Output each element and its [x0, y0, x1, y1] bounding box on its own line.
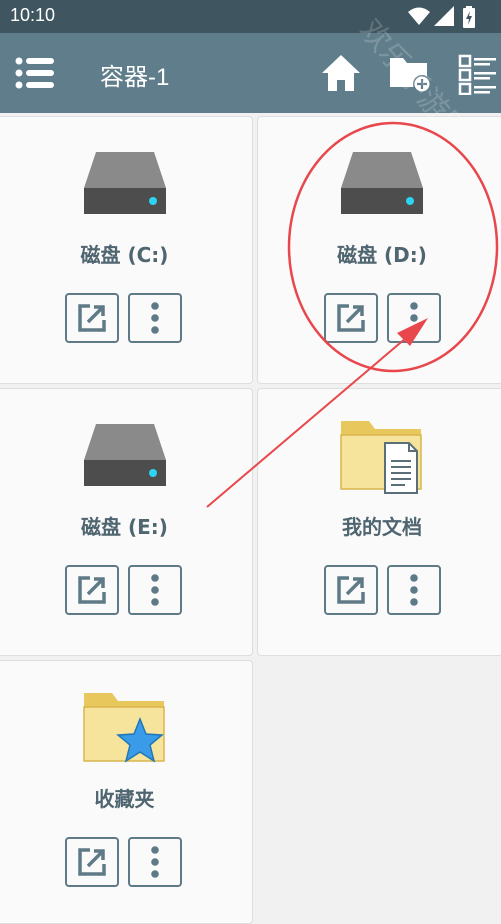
- status-time: 10:10: [10, 5, 56, 25]
- menu-icon[interactable]: [15, 55, 55, 91]
- more-vert-icon: [410, 574, 418, 606]
- drive-label: 磁盘 (D:): [337, 243, 427, 267]
- more-options-button[interactable]: [128, 293, 182, 343]
- more-options-button[interactable]: [128, 565, 182, 615]
- more-vert-icon: [151, 574, 159, 606]
- more-vert-icon: [410, 302, 418, 334]
- open-external-icon: [78, 576, 106, 604]
- more-options-button[interactable]: [128, 837, 182, 887]
- hard-drive-icon: [83, 424, 166, 486]
- more-options-button[interactable]: [387, 565, 441, 615]
- favorites-folder-icon: [82, 693, 165, 763]
- hard-drive-icon: [83, 152, 166, 214]
- page-title: 容器-1: [100, 64, 170, 91]
- drive-label: 磁盘 (C:): [80, 243, 169, 267]
- open-external-icon: [337, 304, 365, 332]
- open-external-icon: [78, 848, 106, 876]
- folder-label: 收藏夹: [94, 787, 155, 811]
- open-button[interactable]: [65, 837, 119, 887]
- home-icon[interactable]: [320, 53, 362, 93]
- drive-card-d[interactable]: 磁盘 (D:): [257, 116, 501, 384]
- open-button[interactable]: [324, 293, 378, 343]
- more-options-button[interactable]: [387, 293, 441, 343]
- documents-folder-icon: [340, 421, 422, 494]
- hard-drive-icon: [341, 152, 423, 214]
- open-external-icon: [337, 576, 365, 604]
- drive-card-e[interactable]: 磁盘 (E:): [0, 388, 253, 656]
- folder-label: 我的文档: [342, 515, 422, 539]
- drive-card-c[interactable]: 磁盘 (C:): [0, 116, 253, 384]
- open-button[interactable]: [65, 565, 119, 615]
- battery-icon: [463, 6, 475, 28]
- open-button[interactable]: [65, 293, 119, 343]
- wifi-icon: [408, 7, 430, 25]
- open-button[interactable]: [324, 565, 378, 615]
- my-documents-card[interactable]: 我的文档: [257, 388, 501, 656]
- signal-icon: [434, 6, 454, 26]
- favorites-card[interactable]: 收藏夹: [0, 660, 253, 924]
- more-vert-icon: [151, 846, 159, 878]
- more-vert-icon: [151, 302, 159, 334]
- drive-label: 磁盘 (E:): [81, 515, 168, 539]
- status-bar: 10:10: [0, 0, 501, 33]
- open-external-icon: [78, 304, 106, 332]
- view-options-icon[interactable]: [458, 53, 498, 95]
